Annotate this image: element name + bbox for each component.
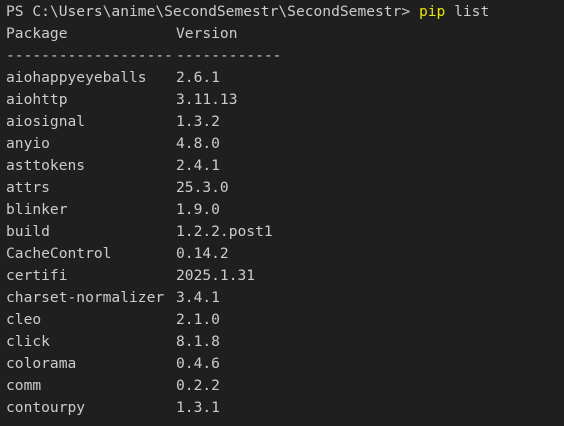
package-row: charset-normalizer 3.4.1 — [6, 287, 564, 309]
package-row: build 1.2.2.post1 — [6, 221, 564, 243]
package-version: 0.4.6 — [176, 355, 220, 372]
package-name: comm — [6, 377, 42, 394]
package-name: charset-normalizer — [6, 289, 165, 306]
package-version: 2.1.0 — [176, 311, 220, 328]
package-name: CacheControl — [6, 245, 112, 262]
package-list: aiohappyeyeballs 2.6.1 aiohttp 3.11.13 aio… — [6, 67, 564, 419]
prompt-line: PS C:\Users\anime\SecondSemestr\SecondSe… — [6, 1, 564, 23]
package-version: 25.3.0 — [176, 179, 229, 196]
package-row: CacheControl 0.14.2 — [6, 243, 564, 265]
package-name: click — [6, 333, 50, 350]
package-row: click 8.1.8 — [6, 331, 564, 353]
package-row: contourpy 1.3.1 — [6, 397, 564, 419]
package-row: comm 0.2.2 — [6, 375, 564, 397]
package-row: anyio 4.8.0 — [6, 133, 564, 155]
package-row: aiohttp 3.11.13 — [6, 89, 564, 111]
package-row: aiohappyeyeballs 2.6.1 — [6, 67, 564, 89]
package-name: aiohttp — [6, 91, 68, 108]
column-header-row: Package Version — [6, 23, 564, 45]
package-version: 2.6.1 — [176, 69, 220, 86]
package-name: build — [6, 223, 50, 240]
version-column-header: Version — [176, 25, 238, 42]
package-name: asttokens — [6, 157, 86, 174]
command-name: pip — [418, 3, 446, 20]
package-version: 4.8.0 — [176, 135, 220, 152]
package-version: 2.4.1 — [176, 157, 220, 174]
package-name: contourpy — [6, 399, 86, 416]
package-column-header: Package — [6, 25, 68, 42]
package-version: 1.2.2.post1 — [176, 223, 273, 240]
package-row: certifi 2025.1.31 — [6, 265, 564, 287]
package-row: colorama 0.4.6 — [6, 353, 564, 375]
terminal-window[interactable]: PS C:\Users\anime\SecondSemestr\SecondSe… — [0, 1, 564, 426]
package-header-rule: ------------------- — [6, 47, 173, 64]
package-version: 2025.1.31 — [176, 267, 256, 284]
package-row: blinker 1.9.0 — [6, 199, 564, 221]
package-version: 0.2.2 — [176, 377, 220, 394]
header-rule-row: ------------------- ------------ — [6, 45, 564, 67]
package-name: aiosignal — [6, 113, 86, 130]
version-header-rule: ------------ — [176, 47, 282, 64]
package-name: colorama — [6, 355, 77, 372]
package-name: attrs — [6, 179, 50, 196]
package-version: 3.11.13 — [176, 91, 238, 108]
package-row: asttokens 2.4.1 — [6, 155, 564, 177]
package-name: certifi — [6, 267, 68, 284]
package-version: 0.14.2 — [176, 245, 229, 262]
package-row: cleo 2.1.0 — [6, 309, 564, 331]
package-name: blinker — [6, 201, 68, 218]
package-name: cleo — [6, 311, 42, 328]
command-args: list — [445, 3, 490, 20]
package-name: aiohappyeyeballs — [6, 69, 147, 86]
package-version: 3.4.1 — [176, 289, 220, 306]
package-row: aiosignal 1.3.2 — [6, 111, 564, 133]
package-name: anyio — [6, 135, 50, 152]
package-version: 8.1.8 — [176, 333, 220, 350]
package-version: 1.3.1 — [176, 399, 220, 416]
prompt-path: PS C:\Users\anime\SecondSemestr\SecondSe… — [6, 3, 419, 20]
package-version: 1.9.0 — [176, 201, 220, 218]
package-version: 1.3.2 — [176, 113, 220, 130]
package-row: attrs 25.3.0 — [6, 177, 564, 199]
